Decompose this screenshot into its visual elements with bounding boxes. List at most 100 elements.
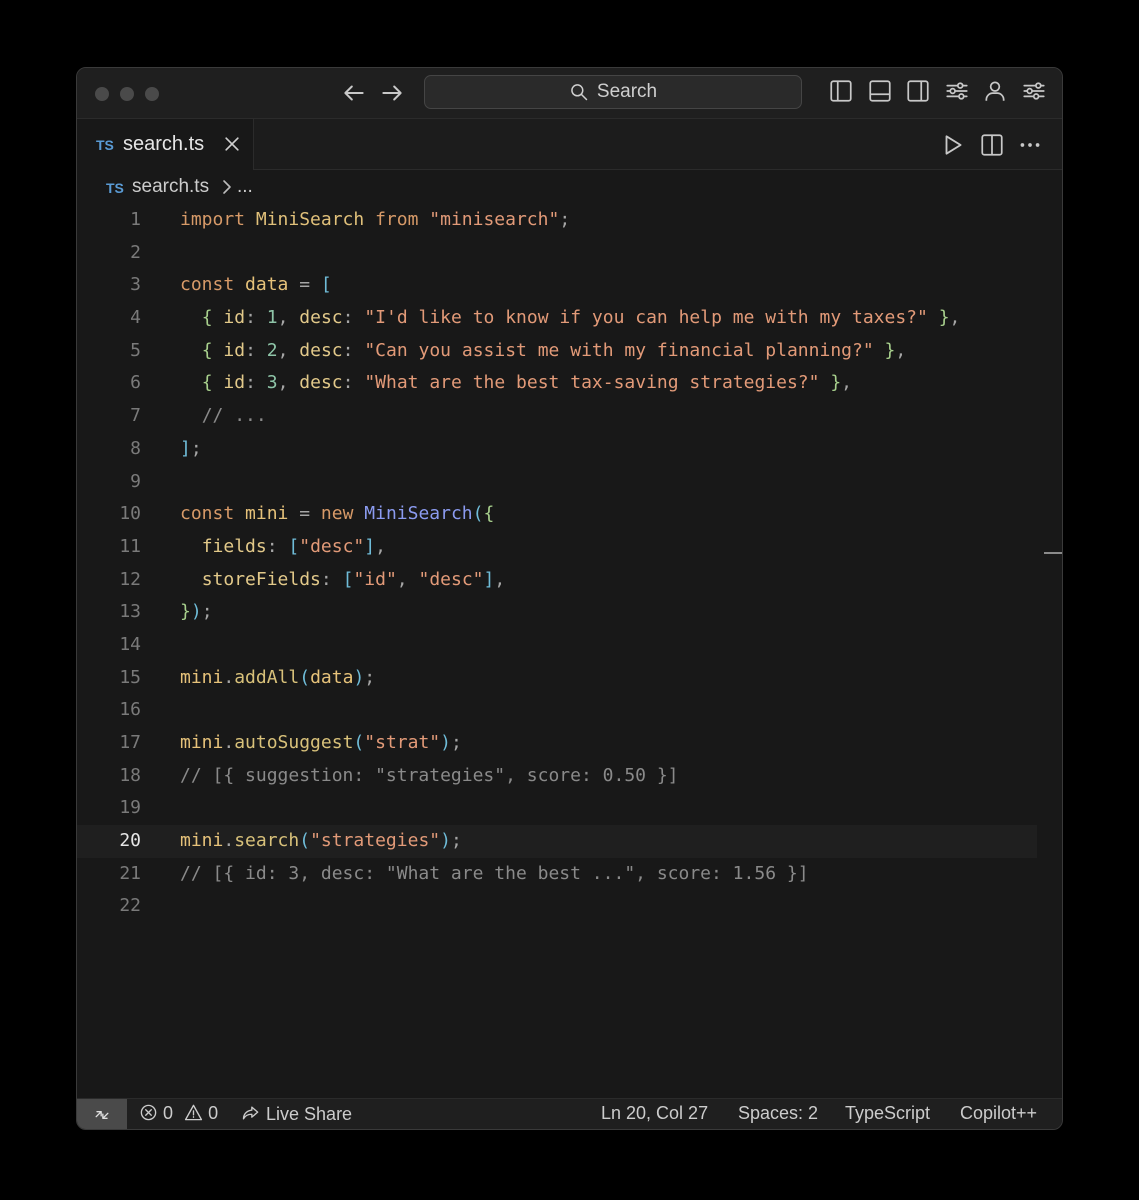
line-source: ]; [180,433,202,466]
code-token: ( [299,666,311,688]
code-token: new [320,503,365,525]
copilot-status[interactable]: Copilot++ [960,1103,1037,1124]
error-icon [140,1104,157,1121]
code-token: // [{ suggestion: "strategies", score: 0… [180,764,679,786]
code-token: ( [353,732,365,753]
run-icon[interactable] [940,132,966,158]
code-token: { [201,339,224,361]
code-token: "id" [353,568,397,590]
toggle-secondary-sidebar-icon[interactable] [905,78,931,104]
code-line[interactable]: 18 // [{ suggestion: "strategies", score:… [77,760,1062,793]
warning-icon [184,1104,203,1121]
code-token: 1 [266,307,278,329]
editor-window: Search TS search.ts TS search.ts ... 1 i… [76,67,1063,1130]
code-token: mini [245,503,289,525]
split-editor-icon[interactable] [979,132,1005,158]
close-icon[interactable] [222,134,242,154]
line-number: 10 [119,503,141,525]
code-token: "desc" [299,535,365,557]
remote-indicator[interactable] [77,1099,127,1129]
code-token: { [483,503,495,525]
code-token: } [819,372,842,394]
code-line[interactable]: 7 // ... [77,400,1062,433]
code-token: , [494,568,506,590]
live-share-button[interactable]: Live Share [241,1103,352,1125]
code-token: : [245,372,267,394]
code-line[interactable]: 11 fields: ["desc"], [77,531,1062,564]
code-line[interactable]: 12 storeFields: ["id", "desc"], [77,564,1062,597]
code-token: desc [299,307,343,329]
code-line[interactable]: 5 { id: 2, desc: "Can you assist me with… [77,335,1062,368]
account-icon[interactable] [982,78,1008,104]
code-line[interactable]: 1 import MiniSearch from "minisearch"; [77,204,1062,237]
code-token: , [277,339,300,361]
tab-label: search.ts [123,133,205,155]
tab-bar: TS search.ts [77,119,1062,170]
window-minimize-dot[interactable] [120,87,134,101]
line-number: 19 [119,797,141,819]
window-close-dot[interactable] [95,87,109,101]
code-editor[interactable]: 1 import MiniSearch from "minisearch"; 2 3 c… [77,204,1062,923]
line-source: { id: 2, desc: "Can you assist me with m… [180,335,907,368]
problems-indicator[interactable]: 0 0 [139,1103,218,1124]
code-line[interactable]: 3 const data = [ [77,269,1062,302]
code-line[interactable]: 19 [77,792,1062,825]
line-source: const data = [ [180,269,332,302]
back-arrow-icon[interactable] [341,80,367,106]
code-line[interactable]: 17 mini.autoSuggest("strat"); [77,727,1062,760]
forward-arrow-icon[interactable] [379,80,405,106]
settings-sliders-icon[interactable] [1021,78,1047,104]
search-icon [571,84,588,101]
more-actions-icon[interactable] [1017,132,1043,158]
code-token: "Can you assist me with my financial pla… [364,339,874,361]
code-line[interactable]: 16 [77,694,1062,727]
code-token: 3 [266,372,278,394]
code-token: "desc" [418,568,484,590]
line-number: 1 [130,209,141,230]
code-token: ] [483,568,495,590]
code-line[interactable]: 10 const mini = new MiniSearch({ [77,498,1062,531]
code-line[interactable]: 8]; [77,433,1062,466]
code-token: : [245,307,267,329]
code-line[interactable]: 13}); [77,596,1062,629]
line-number: 15 [119,666,141,688]
indentation-setting[interactable]: Spaces: 2 [738,1103,818,1124]
code-line[interactable]: 15 mini.addAll(data); [77,662,1062,695]
code-line[interactable]: 22 [77,890,1062,923]
code-line[interactable]: 21 // [{ id: 3, desc: "What are the best … [77,858,1062,891]
code-token: : [320,568,343,590]
line-number: 2 [130,241,141,263]
code-token: desc [299,372,343,394]
line-source: { id: 3, desc: "What are the best tax-sa… [180,367,852,400]
code-token: mini [180,830,224,852]
line-source: // [{ id: 3, desc: "What are the best ..… [180,858,809,891]
code-line[interactable]: 9 [77,466,1062,499]
breadcrumb-symbols[interactable]: ... [237,176,253,198]
code-line[interactable]: 4 { id: 1, desc: "I'd like to know if yo… [77,302,1062,335]
typescript-file-icon: TS [106,180,124,196]
code-token: ; [364,666,376,688]
code-line[interactable]: 2 [77,237,1062,270]
code-token: . [223,732,235,753]
code-line[interactable]: 14 [77,629,1062,662]
toggle-panel-icon[interactable] [867,78,893,104]
code-token: ) [440,732,451,753]
window-zoom-dot[interactable] [145,87,159,101]
code-line[interactable]: 6 { id: 3, desc: "What are the best tax-… [77,367,1062,400]
code-token: "I'd like to know if you can help me wit… [364,307,928,329]
tab-search-ts[interactable]: TS search.ts [77,119,254,170]
command-center-search[interactable]: Search [424,75,802,109]
line-number: 16 [119,699,141,721]
code-token: ; [559,209,571,230]
breadcrumb-file[interactable]: search.ts [132,176,209,198]
language-mode[interactable]: TypeScript [845,1103,930,1124]
line-number: 18 [119,764,141,786]
toggle-primary-sidebar-icon[interactable] [828,78,854,104]
line-number: 6 [130,372,141,394]
customize-layout-icon[interactable] [944,78,970,104]
cursor-position[interactable]: Ln 20, Col 27 [601,1103,708,1124]
code-line[interactable]: 20 mini.search("strategies"); [77,825,1037,858]
code-token: "strategies" [310,830,441,852]
